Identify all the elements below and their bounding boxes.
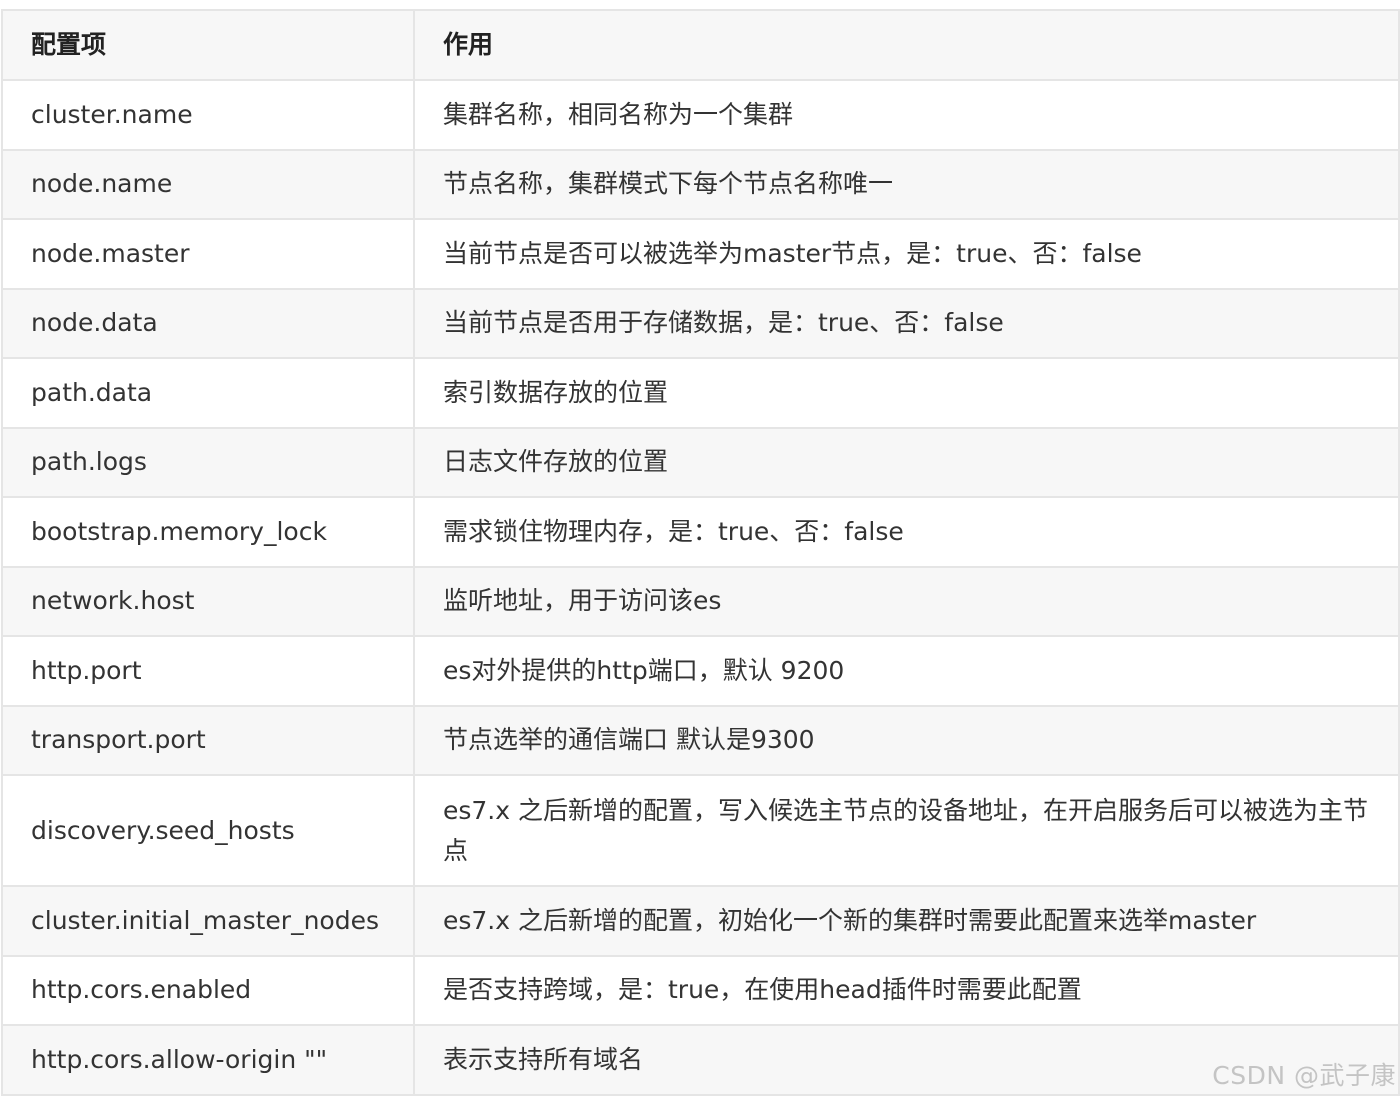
config-key: bootstrap.memory_lock xyxy=(1,496,415,568)
table-row: node.name 节点名称，集群模式下每个节点名称唯一 xyxy=(1,148,1400,220)
header-config-item: 配置项 xyxy=(1,9,415,81)
table-row: discovery.seed_hosts es7.x 之后新增的配置，写入候选主… xyxy=(1,774,1400,887)
config-description: 当前节点是否用于存储数据，是：true、否：false xyxy=(413,287,1400,359)
config-key: network.host xyxy=(1,565,415,637)
config-key: http.cors.enabled xyxy=(1,954,415,1026)
config-description: es7.x 之后新增的配置，初始化一个新的集群时需要此配置来选举master xyxy=(413,885,1400,957)
config-description: es7.x 之后新增的配置，写入候选主节点的设备地址，在开启服务后可以被选为主节… xyxy=(413,774,1400,887)
table-row: node.data 当前节点是否用于存储数据，是：true、否：false xyxy=(1,287,1400,359)
config-description: 日志文件存放的位置 xyxy=(413,426,1400,498)
config-table: 配置项 作用 cluster.name 集群名称，相同名称为一个集群 node.… xyxy=(1,9,1400,1096)
config-description: 集群名称，相同名称为一个集群 xyxy=(413,79,1400,151)
config-key: cluster.name xyxy=(1,79,415,151)
config-description: 节点名称，集群模式下每个节点名称唯一 xyxy=(413,148,1400,220)
config-description: 节点选举的通信端口 默认是9300 xyxy=(413,704,1400,776)
table-row: cluster.initial_master_nodes es7.x 之后新增的… xyxy=(1,885,1400,957)
config-key: path.logs xyxy=(1,426,415,498)
watermark: CSDN @武子康 xyxy=(1212,1061,1396,1090)
config-description: 是否支持跨域，是：true，在使用head插件时需要此配置 xyxy=(413,954,1400,1026)
config-description: es对外提供的http端口，默认 9200 xyxy=(413,635,1400,707)
config-description: 当前节点是否可以被选举为master节点，是：true、否：false xyxy=(413,218,1400,290)
config-key: path.data xyxy=(1,357,415,429)
table-row: path.logs 日志文件存放的位置 xyxy=(1,426,1400,498)
table-header-row: 配置项 作用 xyxy=(1,9,1400,81)
config-key: cluster.initial_master_nodes xyxy=(1,885,415,957)
config-key: transport.port xyxy=(1,704,415,776)
config-key: http.port xyxy=(1,635,415,707)
header-purpose: 作用 xyxy=(413,9,1400,81)
config-description: 需求锁住物理内存，是：true、否：false xyxy=(413,496,1400,568)
table-row: transport.port 节点选举的通信端口 默认是9300 xyxy=(1,704,1400,776)
table-row: bootstrap.memory_lock 需求锁住物理内存，是：true、否：… xyxy=(1,496,1400,568)
table-row: cluster.name 集群名称，相同名称为一个集群 xyxy=(1,79,1400,151)
config-description: 索引数据存放的位置 xyxy=(413,357,1400,429)
config-key: http.cors.allow-origin "" xyxy=(1,1024,415,1096)
table-row: http.cors.allow-origin "" 表示支持所有域名 xyxy=(1,1024,1400,1096)
config-key: node.name xyxy=(1,148,415,220)
config-key: node.master xyxy=(1,218,415,290)
table-row: http.cors.enabled 是否支持跨域，是：true，在使用head插… xyxy=(1,954,1400,1026)
table-row: network.host 监听地址，用于访问该es xyxy=(1,565,1400,637)
table-row: path.data 索引数据存放的位置 xyxy=(1,357,1400,429)
table-row: http.port es对外提供的http端口，默认 9200 xyxy=(1,635,1400,707)
config-description: 监听地址，用于访问该es xyxy=(413,565,1400,637)
config-key: discovery.seed_hosts xyxy=(1,774,415,887)
table-row: node.master 当前节点是否可以被选举为master节点，是：true、… xyxy=(1,218,1400,290)
config-key: node.data xyxy=(1,287,415,359)
